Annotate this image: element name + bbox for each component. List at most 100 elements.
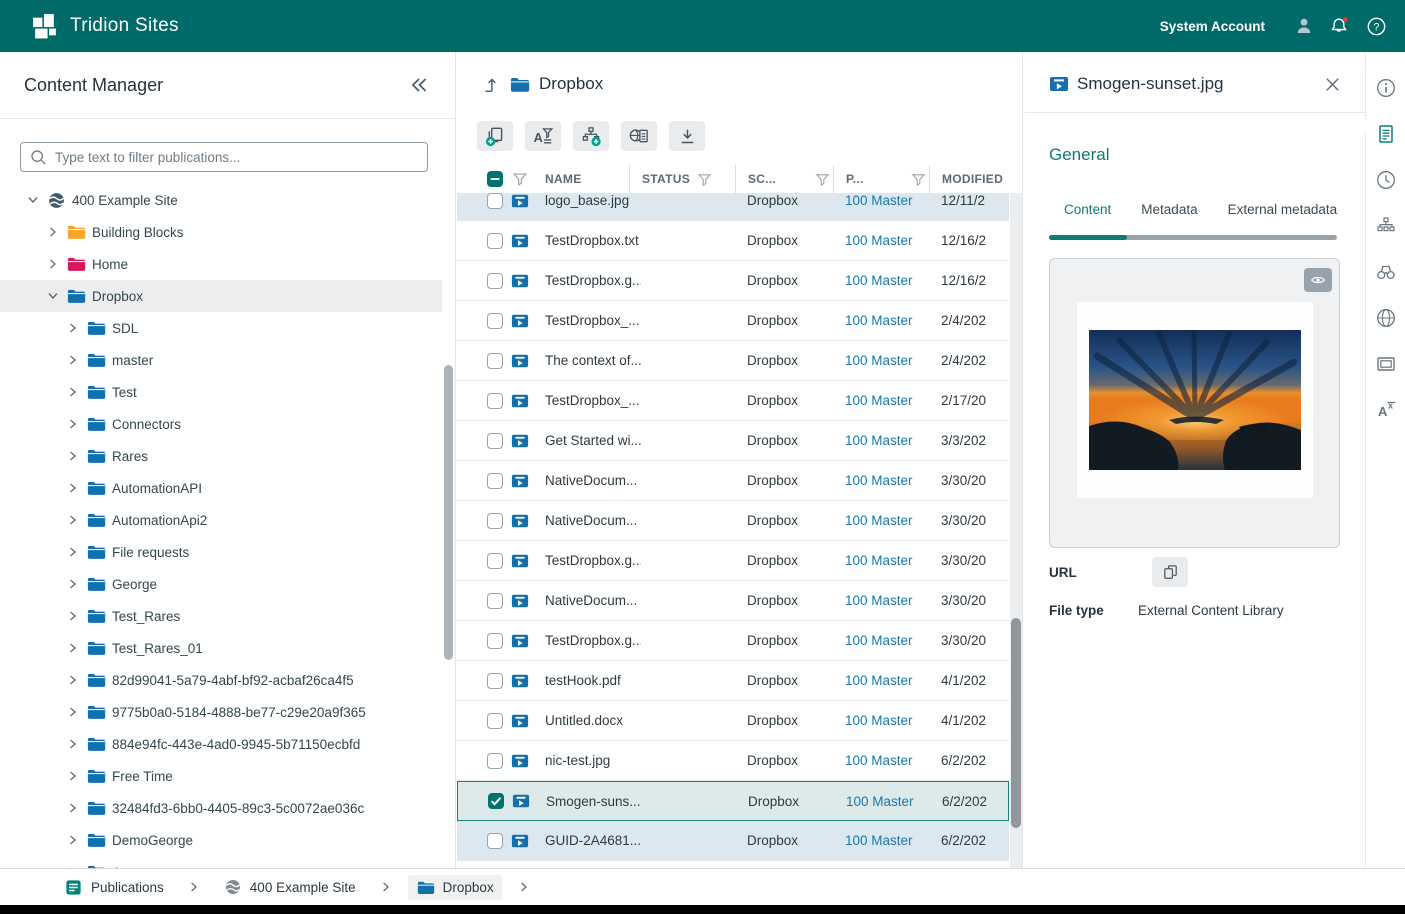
table-row[interactable]: GUID-2A4681... Dropbox 100 Master 6/2/202 xyxy=(457,821,1009,861)
tree-item-400-example-site[interactable]: 400 Example Site xyxy=(0,184,442,216)
table-row[interactable]: TestDropbox_... Dropbox 100 Master 2/17/20 xyxy=(457,381,1009,421)
item-publication-link[interactable]: 100 Master xyxy=(845,513,941,528)
row-checkbox[interactable] xyxy=(487,752,503,769)
tree-item-test-rares[interactable]: Test_Rares xyxy=(0,600,442,632)
item-publication-link[interactable]: 100 Master xyxy=(845,593,941,608)
row-checkbox[interactable] xyxy=(487,712,503,729)
chevron-right-icon[interactable] xyxy=(64,447,82,465)
row-checkbox[interactable] xyxy=(487,432,503,449)
table-row[interactable]: Smogen-suns... Dropbox 100 Master 6/2/202 xyxy=(457,781,1009,821)
table-row[interactable]: NativeDocum... Dropbox 100 Master 3/30/20 xyxy=(457,461,1009,501)
download-button[interactable] xyxy=(669,121,705,151)
row-checkbox[interactable] xyxy=(487,472,503,489)
tree-item-82d99041-5a79-4abf-bf92-acbaf26ca4f5[interactable]: 82d99041-5a79-4abf-bf92-acbaf26ca4f5 xyxy=(0,664,442,696)
chevron-right-icon[interactable] xyxy=(64,575,82,593)
tree-scrollbar[interactable] xyxy=(444,365,453,660)
filter-publications-input[interactable] xyxy=(20,142,428,172)
notifications-bell-icon[interactable] xyxy=(1329,15,1351,37)
row-checkbox[interactable] xyxy=(487,552,503,569)
item-name[interactable]: nic-test.jpg xyxy=(545,753,641,768)
tree-item-dropbox[interactable]: Dropbox xyxy=(0,280,442,312)
tab-external-metadata[interactable]: External metadata xyxy=(1228,202,1338,227)
tree-item-demogeorge[interactable]: DemoGeorge xyxy=(0,824,442,856)
item-name[interactable]: GUID-2A4681... xyxy=(545,833,641,848)
breadcrumb-400-example-site[interactable]: 400 Example Site xyxy=(216,874,364,900)
row-checkbox[interactable] xyxy=(487,352,503,369)
tree-item-apps[interactable]: Apps xyxy=(0,856,442,868)
chevron-right-icon[interactable] xyxy=(64,799,82,817)
row-checkbox[interactable] xyxy=(487,592,503,609)
column-header-name[interactable]: NAME xyxy=(545,165,641,193)
up-one-level-icon[interactable] xyxy=(481,75,500,94)
filter-funnel-icon[interactable] xyxy=(511,170,545,188)
table-row[interactable]: TestDropbox.g... Dropbox 100 Master 3/30/20 xyxy=(457,541,1009,581)
history-icon[interactable] xyxy=(1373,167,1399,193)
chevron-right-icon[interactable] xyxy=(64,703,82,721)
table-row[interactable]: The context of... Dropbox 100 Master 2/4/20… xyxy=(457,341,1009,381)
row-checkbox[interactable] xyxy=(487,672,503,689)
collapse-panel-icon[interactable] xyxy=(407,73,431,97)
copy-url-button[interactable] xyxy=(1152,557,1188,587)
row-checkbox[interactable] xyxy=(487,312,503,329)
item-name[interactable]: TestDropbox_... xyxy=(545,313,641,328)
tree-item-master[interactable]: master xyxy=(0,344,442,376)
breadcrumb-publications[interactable]: Publications xyxy=(56,874,172,901)
row-checkbox[interactable] xyxy=(487,512,503,529)
chevron-right-icon[interactable] xyxy=(64,511,82,529)
chevron-right-icon[interactable] xyxy=(64,415,82,433)
row-checkbox[interactable] xyxy=(488,793,504,809)
chevron-right-icon[interactable] xyxy=(64,607,82,625)
chevron-down-icon[interactable] xyxy=(44,287,62,305)
table-row[interactable]: TestDropbox.txt Dropbox 100 Master 12/16/2 xyxy=(457,221,1009,261)
chevron-down-icon[interactable] xyxy=(24,191,42,209)
tree-item-george[interactable]: George xyxy=(0,568,442,600)
table-row[interactable]: NativeDocum... Dropbox 100 Master 3/30/20 xyxy=(457,581,1009,621)
table-row[interactable]: logo_base.jpg Dropbox 100 Master 12/11/2 xyxy=(457,193,1009,221)
column-header-modified[interactable]: MODIFIED xyxy=(929,165,1009,193)
chevron-right-icon[interactable] xyxy=(64,831,82,849)
item-publication-link[interactable]: 100 Master xyxy=(845,753,941,768)
item-publication-link[interactable]: 100 Master xyxy=(845,473,941,488)
item-publication-link[interactable]: 100 Master xyxy=(845,713,941,728)
item-publication-link[interactable]: 100 Master xyxy=(845,233,941,248)
item-name[interactable]: NativeDocum... xyxy=(545,513,641,528)
item-publication-link[interactable]: 100 Master xyxy=(845,353,941,368)
column-header-schema[interactable]: SC... xyxy=(735,165,845,193)
tree-item-test-rares-01[interactable]: Test_Rares_01 xyxy=(0,632,442,664)
chevron-right-icon[interactable] xyxy=(64,767,82,785)
table-row[interactable]: Get Started wi... Dropbox 100 Master 3/3/20… xyxy=(457,421,1009,461)
help-icon[interactable]: ? xyxy=(1365,15,1387,37)
document-icon[interactable] xyxy=(1373,121,1399,147)
table-row[interactable]: NativeDocum... Dropbox 100 Master 3/30/20 xyxy=(457,501,1009,541)
new-item-button[interactable] xyxy=(477,121,513,151)
item-name[interactable]: NativeDocum... xyxy=(545,593,641,608)
user-icon[interactable] xyxy=(1293,15,1315,37)
tree-item-building-blocks[interactable]: Building Blocks xyxy=(0,216,442,248)
breadcrumb-dropbox[interactable]: Dropbox xyxy=(407,874,502,900)
table-row[interactable]: Untitled.docx Dropbox 100 Master 4/1/202 xyxy=(457,701,1009,741)
tree-item-rares[interactable]: Rares xyxy=(0,440,442,472)
item-publication-link[interactable]: 100 Master xyxy=(846,794,942,809)
column-header-status[interactable]: STATUS xyxy=(629,165,747,193)
item-name[interactable]: TestDropbox_... xyxy=(545,393,641,408)
item-name[interactable]: NativeDocum... xyxy=(545,473,641,488)
tree-item-884e94fc-443e-4ad0-9945-5b71150ecbfd[interactable]: 884e94fc-443e-4ad0-9945-5b71150ecbfd xyxy=(0,728,442,760)
item-name[interactable]: Untitled.docx xyxy=(545,713,641,728)
column-header-publication[interactable]: P... xyxy=(833,165,941,193)
tree-item-connectors[interactable]: Connectors xyxy=(0,408,442,440)
row-checkbox[interactable] xyxy=(487,632,503,649)
table-row[interactable]: TestDropbox.g... Dropbox 100 Master 3/30/20 xyxy=(457,621,1009,661)
row-checkbox[interactable] xyxy=(487,272,503,289)
chevron-right-icon[interactable] xyxy=(64,351,82,369)
structure-icon[interactable] xyxy=(1373,213,1399,239)
tree-item-32484fd3-6bb0-4405-89c3-5c0072ae036c[interactable]: 32484fd3-6bb0-4405-89c3-5c0072ae036c xyxy=(0,792,442,824)
info-icon[interactable] xyxy=(1373,75,1399,101)
filter-sort-button[interactable]: A xyxy=(525,121,561,151)
new-structure-button[interactable] xyxy=(573,121,609,151)
item-publication-link[interactable]: 100 Master xyxy=(845,273,941,288)
tree-item-automationapi[interactable]: AutomationAPI xyxy=(0,472,442,504)
chevron-right-icon[interactable] xyxy=(64,671,82,689)
item-publication-link[interactable]: 100 Master xyxy=(845,833,941,848)
translation-icon[interactable]: Ax xyxy=(1373,397,1399,423)
chevron-right-icon[interactable] xyxy=(44,255,62,273)
